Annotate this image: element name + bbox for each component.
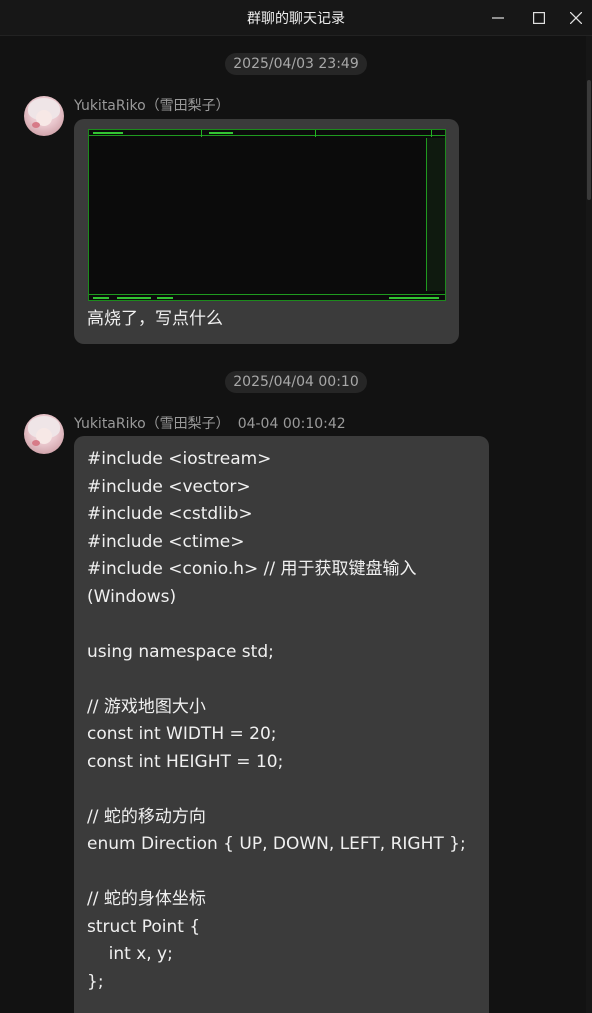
code-line: // 游戏地图大小 [87,696,206,717]
title-bar: 群聊的聊天记录 [0,0,592,36]
minimize-icon [492,16,504,19]
image-status-text [117,297,151,299]
avatar-accent [32,122,40,128]
sender-name-text: YukitaRiko（雪田梨子） [74,98,230,114]
code-line: #include <ctime> [87,531,245,552]
code-line: }; [87,971,104,992]
image-text-line [209,132,233,134]
code-line: #include <iostream> [87,449,272,469]
screenshot-image[interactable] [88,129,446,301]
code-line: #include <vector> [87,476,251,497]
chat-history-window: 群聊的聊天记录 2025/04/03 23:49 YukitaRiko（雪田梨子… [0,0,592,1013]
image-side-panel [426,138,445,291]
maximize-icon [533,11,545,24]
code-line: #include <cstdlib> [87,504,253,524]
code-line: // 蛇的移动方向 [87,806,206,827]
image-text-line [93,132,123,134]
avatar-accent [32,440,40,446]
code-line: const int HEIGHT = 10; [87,751,284,772]
image-tick [431,130,432,137]
code-line: #include <conio.h> // 用于获取键盘输入 [87,559,417,579]
code-line: struct Point { [87,916,201,937]
time-separator-label: 2025/04/03 23:49 [225,53,367,75]
sender-name[interactable]: YukitaRiko（雪田梨子） [74,95,230,115]
close-icon [569,11,582,24]
sender-name-text: YukitaRiko（雪田梨子） [74,416,230,432]
time-separator: 2025/04/04 00:10 [0,371,592,393]
scrollbar[interactable] [586,36,592,1013]
image-status-text [93,297,109,299]
image-bottom-line [89,294,445,295]
sender-name[interactable]: YukitaRiko（雪田梨子） 04-04 00:10:42 [74,413,346,433]
image-status-text [157,297,173,299]
code-line: // 蛇的身体坐标 [87,889,206,909]
image-top-line [89,135,445,136]
message-text: 高烧了，写点什么 [87,309,223,329]
time-separator: 2025/04/03 23:49 [0,53,592,75]
message-bubble[interactable]: #include <iostream> #include <vector> #inc… [74,436,489,1013]
code-line: enum Direction { UP, DOWN, LEFT, RIGHT }… [87,834,466,854]
image-tick [315,130,316,137]
code-line: const int WIDTH = 20; [87,724,277,744]
scrollbar-thumb[interactable] [587,80,591,200]
message-timestamp: 04-04 00:10:42 [237,416,346,432]
close-button[interactable] [559,0,592,35]
avatar[interactable] [24,96,64,136]
code-line: (Windows) [87,586,177,607]
message-bubble[interactable]: 高烧了，写点什么 [74,119,459,344]
code-line: int x, y; [87,944,173,964]
time-separator-label: 2025/04/04 00:10 [225,371,367,393]
code-message: #include <iostream> #include <vector> #inc… [87,446,479,996]
maximize-button[interactable] [519,0,559,35]
avatar[interactable] [24,414,64,454]
image-status-text [389,297,439,299]
minimize-button[interactable] [478,0,518,35]
code-line: using namespace std; [87,641,274,662]
image-tick [201,130,202,137]
